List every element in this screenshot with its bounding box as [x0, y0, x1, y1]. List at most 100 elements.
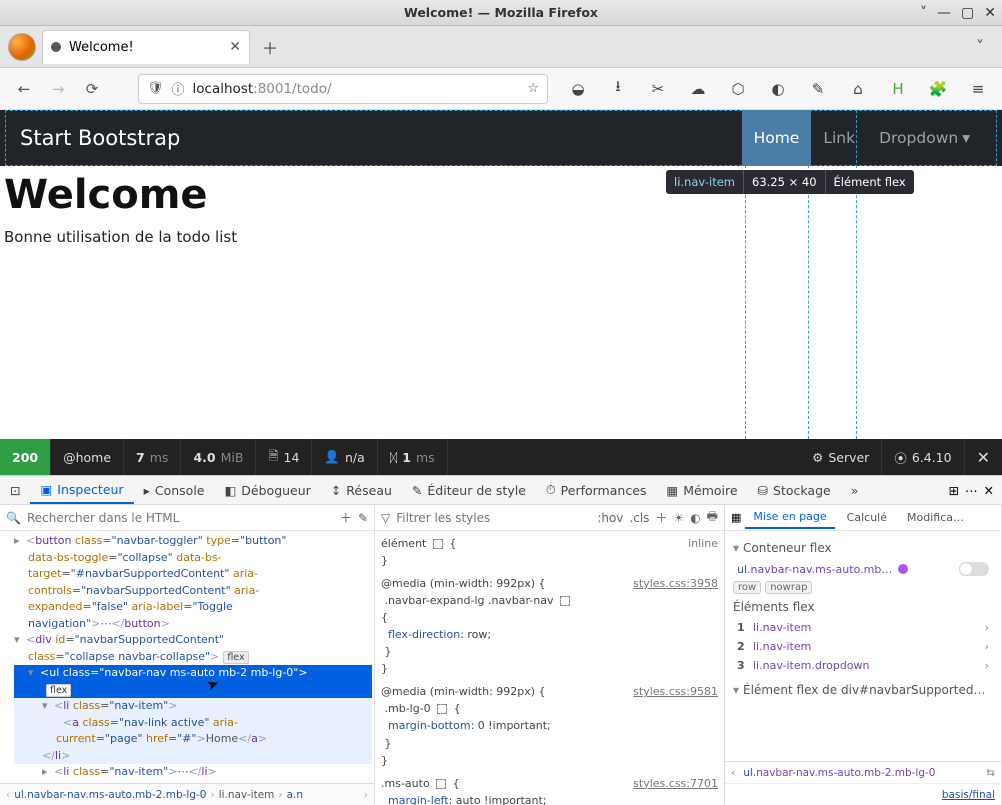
- twig-icon: ᛞ: [390, 450, 398, 465]
- flex-items-title: Éléments flex: [733, 600, 993, 614]
- tab-title: Welcome!: [69, 40, 221, 55]
- tab-console[interactable]: ▸Console: [134, 476, 215, 504]
- sf-status[interactable]: 200: [0, 439, 51, 475]
- back-button[interactable]: ←: [10, 75, 38, 103]
- site-info-icon[interactable]: ⓘ: [172, 79, 185, 98]
- flex-container-section[interactable]: ▾Conteneur flex: [733, 541, 993, 555]
- address-bar[interactable]: 🛡 ⓘ localhost:8001/todo/ ☆: [138, 74, 548, 104]
- pocket-icon[interactable]: ◒: [564, 75, 592, 103]
- styles-filter-input[interactable]: [396, 511, 591, 525]
- window-maximize-icon[interactable]: ▢: [961, 5, 974, 21]
- dom-tree[interactable]: ▸<button class="navbar-toggler" type="bu…: [0, 531, 374, 799]
- flex-item-row[interactable]: 3li.nav-item.dropdown›: [733, 656, 993, 675]
- devtools-tabs: ⊡ ▣Inspecteur ▸Console ◧Débogueur ↕Résea…: [0, 475, 1002, 505]
- extensions-icon[interactable]: 🧩: [924, 75, 952, 103]
- sf-route[interactable]: @home: [51, 439, 124, 475]
- server-icon: ⚙: [812, 450, 823, 465]
- firefox-logo-icon[interactable]: [8, 33, 36, 61]
- flex-item-row[interactable]: 2li.nav-item›: [733, 637, 993, 656]
- network-icon: ↕: [331, 483, 341, 498]
- flex-item-row[interactable]: 1li.nav-item›: [733, 618, 993, 637]
- tab-list-button[interactable]: ˅: [966, 31, 994, 62]
- tab-memory[interactable]: ▦Mémoire: [656, 476, 747, 504]
- styles-pane: ▽ :hov .cls ＋ ☀ ◐ 🖶 élément {inline} sty…: [375, 505, 725, 805]
- flex-container-selector[interactable]: ul.navbar-nav.ms-auto.mb…: [733, 559, 993, 579]
- sf-server[interactable]: ⚙ Server: [800, 439, 882, 475]
- pick-element-button[interactable]: ⊡: [0, 476, 30, 504]
- rde-icon[interactable]: ⊞: [949, 483, 959, 498]
- element-tooltip: li.nav-item 63.25 × 40 Élément flex: [666, 170, 914, 194]
- symfony-toolbar: 200 @home 7 ms 4.0 MiB 🗎 14 👤 n/a ᛞ 1 ms…: [0, 439, 1002, 475]
- window-close-icon[interactable]: ✕: [984, 5, 996, 21]
- sf-time[interactable]: 7 ms: [124, 439, 181, 475]
- flex-overlay: [5, 110, 997, 166]
- ext6-icon[interactable]: ⌂: [844, 75, 872, 103]
- dom-breadcrumb[interactable]: ‹ ul.navbar-nav.ms-auto.mb-2.mb-lg-0 › l…: [0, 783, 374, 805]
- devtools-menu-icon[interactable]: ⋯: [965, 483, 978, 498]
- storage-icon: ⛁: [758, 483, 768, 498]
- tab-debugger[interactable]: ◧Débogueur: [214, 476, 320, 504]
- sf-close-icon[interactable]: ✕: [965, 448, 1002, 467]
- window-minimize-icon[interactable]: —: [937, 5, 951, 21]
- filter-icon: ▽: [381, 511, 390, 525]
- bc-right-icon[interactable]: ›: [364, 789, 368, 801]
- box-model-icon[interactable]: ▦: [731, 511, 741, 524]
- ext5-icon[interactable]: ✎: [804, 75, 832, 103]
- search-icon: 🔍: [6, 511, 21, 525]
- flex-of-section[interactable]: ▾Élément flex de div#navbarSupported…: [733, 683, 993, 697]
- layout-tabs: ▦ Mise en page Calculé Modifica…: [725, 505, 1001, 531]
- tab-style-editor[interactable]: ✎Éditeur de style: [402, 476, 536, 504]
- add-node-icon[interactable]: ＋: [340, 509, 352, 526]
- new-tab-button[interactable]: ＋: [256, 33, 284, 61]
- sf-twig[interactable]: ᛞ 1 ms: [378, 439, 448, 475]
- contrast-icon[interactable]: ◐: [690, 511, 700, 525]
- tab-close-icon[interactable]: ✕: [229, 39, 241, 55]
- bc-back-icon[interactable]: ‹: [731, 767, 735, 779]
- hov-button[interactable]: :hov: [597, 511, 623, 525]
- sf-user[interactable]: 👤 n/a: [312, 439, 377, 475]
- sf-version[interactable]: ⦿ 6.4.10: [882, 439, 964, 475]
- tab-computed[interactable]: Calculé: [839, 507, 895, 528]
- styles-toolbar: ▽ :hov .cls ＋ ☀ ◐ 🖶: [375, 505, 724, 531]
- bookmark-star-icon[interactable]: ☆: [527, 81, 539, 96]
- tab-performance[interactable]: ⏱Performances: [536, 476, 657, 504]
- menu-icon[interactable]: ≡: [964, 75, 992, 103]
- sf-db[interactable]: 🗎 14: [256, 439, 312, 475]
- styles-rules[interactable]: élément {inline} styles.css:3958@media (…: [375, 531, 724, 805]
- tracking-shield-icon[interactable]: 🛡: [147, 81, 164, 96]
- window-roll-icon[interactable]: ˅: [920, 5, 927, 21]
- layout-basis[interactable]: basis/final: [725, 783, 1001, 805]
- ext1-icon[interactable]: ✂: [644, 75, 672, 103]
- tab-strip: Welcome! ✕ ＋ ˅: [0, 26, 1002, 68]
- ext7-icon[interactable]: H: [884, 75, 912, 103]
- add-rule-icon[interactable]: ＋: [655, 509, 667, 526]
- reload-button[interactable]: ⟳: [78, 75, 106, 103]
- light-icon[interactable]: ☀: [673, 511, 684, 525]
- cls-button[interactable]: .cls: [629, 511, 649, 525]
- dom-search-input[interactable]: [27, 511, 334, 525]
- bc-left-icon[interactable]: ‹: [6, 789, 10, 801]
- eyedropper-icon[interactable]: ✎: [358, 511, 368, 525]
- sf-memory[interactable]: 4.0 MiB: [181, 439, 256, 475]
- ext3-icon[interactable]: ⬡: [724, 75, 752, 103]
- ext2-icon[interactable]: ☁: [684, 75, 712, 103]
- tab-changes[interactable]: Modifica…: [899, 507, 972, 528]
- tab-layout[interactable]: Mise en page: [745, 506, 834, 529]
- overlay-toggle[interactable]: [959, 562, 989, 576]
- tab-more[interactable]: »: [841, 476, 869, 504]
- print-icon[interactable]: 🖶: [707, 507, 718, 528]
- downloads-icon[interactable]: ⭳: [604, 75, 632, 103]
- browser-tab[interactable]: Welcome! ✕: [42, 30, 250, 64]
- tab-network[interactable]: ↕Réseau: [321, 476, 402, 504]
- symfony-icon: ⦿: [894, 448, 907, 467]
- layout-breadcrumb[interactable]: ‹ ul.navbar-nav.ms-auto.mb-2.mb-lg-0 ⇆: [725, 761, 1001, 783]
- tab-storage[interactable]: ⛁Stockage: [748, 476, 841, 504]
- toolbar-actions: ◒ ⭳ ✂ ☁ ⬡ ◐ ✎ ⌂ H 🧩 ≡: [564, 75, 992, 103]
- ext4-icon[interactable]: ◐: [764, 75, 792, 103]
- nav-home[interactable]: Home: [742, 110, 812, 166]
- devtools-close-icon[interactable]: ✕: [984, 483, 994, 498]
- page-lead: Bonne utilisation de la todo list: [4, 228, 998, 246]
- tab-inspector[interactable]: ▣Inspecteur: [30, 476, 133, 504]
- overlay-color-swatch[interactable]: [898, 564, 908, 574]
- window-controls: ˅ — ▢ ✕: [920, 5, 996, 21]
